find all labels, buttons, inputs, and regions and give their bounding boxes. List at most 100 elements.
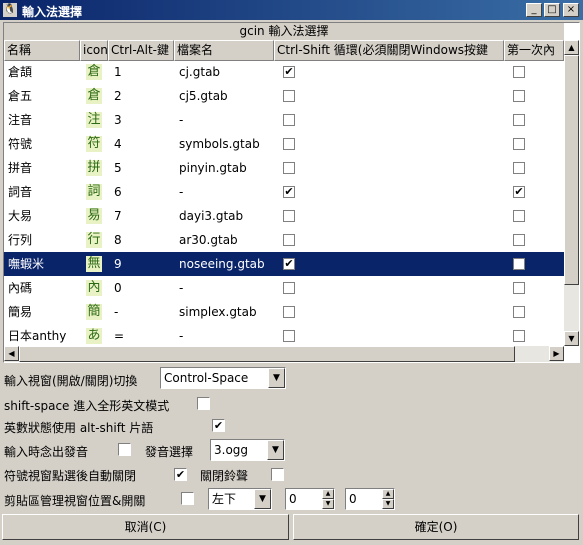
row-file: - — [179, 185, 184, 199]
spin-up-icon[interactable]: ▲ — [322, 489, 334, 499]
row-name: 倉五 — [8, 89, 33, 103]
symbol-close-label: 符號視窗點選後自動關閉 — [4, 469, 137, 483]
row-hotkey: 0 — [114, 281, 122, 295]
row-name: 內碼 — [8, 281, 33, 295]
first-checkbox[interactable] — [513, 210, 525, 222]
cycle-checkbox[interactable]: ✔ — [283, 186, 295, 198]
im-glyph-icon: 無 — [86, 256, 102, 272]
vertical-scrollbar[interactable]: ▲ ▼ — [564, 40, 579, 346]
first-checkbox[interactable] — [513, 330, 525, 342]
chevron-down-icon[interactable]: ▼ — [268, 368, 285, 388]
scroll-left-button[interactable]: ◀ — [4, 346, 19, 361]
chevron-down-icon[interactable]: ▼ — [267, 440, 284, 460]
first-checkbox[interactable]: ✔ — [513, 186, 525, 198]
table-row[interactable]: 符號 符 4 symbols.gtab — [4, 132, 564, 156]
spin-down-icon[interactable]: ▼ — [382, 499, 394, 509]
horizontal-scroll-thumb[interactable] — [19, 346, 515, 362]
column-header-name[interactable]: 名稱 — [4, 40, 80, 61]
cycle-checkbox[interactable] — [283, 306, 295, 318]
vertical-scroll-thumb[interactable] — [564, 55, 579, 285]
chevron-down-icon[interactable]: ▼ — [254, 489, 271, 509]
table-row[interactable]: 倉頡 倉 1 cj.gtab ✔ — [4, 61, 564, 84]
sound-select[interactable]: 3.ogg ▼ — [210, 439, 285, 461]
column-header-cycle[interactable]: Ctrl-Shift 循環(必須關閉Windows按鍵 — [274, 40, 504, 61]
toggle-key-select[interactable]: Control-Space ▼ — [160, 367, 286, 389]
table-row[interactable]: 倉五 倉 2 cj5.gtab — [4, 84, 564, 108]
row-name: 符號 — [8, 137, 33, 151]
im-glyph-icon: 行 — [86, 232, 102, 248]
table-row[interactable]: 注音 注 3 - — [4, 108, 564, 132]
im-table-body: 倉頡倉 1 cj.gtab ✔ 倉五倉 2 cj5.gtab 注音注 3- 符號符 4 symbols… — [4, 61, 564, 346]
spin-down-icon[interactable]: ▼ — [322, 499, 334, 509]
column-header-first[interactable]: 第一次內 — [504, 40, 564, 61]
scroll-right-button[interactable]: ▶ — [549, 346, 564, 361]
first-checkbox[interactable] — [513, 306, 525, 318]
first-checkbox[interactable] — [513, 282, 525, 294]
row-hotkey: 3 — [114, 113, 122, 127]
scroll-down-button[interactable]: ▼ — [564, 331, 579, 346]
sound-label: 輸入時念出發音 — [4, 445, 89, 459]
symbol-close-checkbox[interactable]: ✔ — [174, 468, 187, 481]
cycle-checkbox[interactable] — [283, 282, 295, 294]
clipboard-position-select[interactable]: 左下 ▼ — [208, 488, 272, 510]
im-glyph-icon: 簡 — [86, 304, 102, 320]
first-checkbox[interactable] — [513, 90, 525, 102]
table-row[interactable]: 拼音 拼 5 pinyin.gtab — [4, 156, 564, 180]
first-checkbox[interactable] — [513, 234, 525, 246]
row-name: 詞音 — [8, 185, 33, 199]
toggle-label: 輸入視窗(開啟/關閉)切換 — [4, 374, 138, 388]
im-icon: 詞 — [86, 180, 106, 204]
table-row[interactable]: 內碼 內 0 - — [4, 276, 564, 300]
cycle-checkbox[interactable] — [283, 210, 295, 222]
table-row[interactable]: 簡易 簡 - simplex.gtab — [4, 300, 564, 324]
sound-select-label: 發音選擇 — [145, 445, 194, 459]
bell-checkbox[interactable] — [271, 468, 284, 481]
table-row[interactable]: 日本anthy あ = - — [4, 324, 564, 346]
row-file: ar30.gtab — [179, 233, 238, 247]
im-icon: 無 — [86, 252, 106, 276]
table-row[interactable]: 詞音 詞 6 - ✔ ✔ — [4, 180, 564, 204]
cycle-checkbox[interactable]: ✔ — [283, 258, 295, 270]
clipboard-y-spinner[interactable]: 0 ▲ ▼ — [345, 488, 395, 510]
first-checkbox[interactable] — [513, 138, 525, 150]
first-checkbox[interactable] — [513, 66, 525, 78]
scroll-up-button[interactable]: ▲ — [564, 40, 579, 55]
close-button[interactable]: × — [563, 3, 579, 17]
column-header-hotkey[interactable]: Ctrl-Alt-鍵 — [108, 40, 174, 61]
im-glyph-icon: 內 — [86, 280, 102, 296]
first-checkbox[interactable] — [513, 258, 525, 270]
shift-space-checkbox[interactable] — [197, 397, 210, 410]
clipboard-checkbox[interactable] — [181, 492, 194, 505]
clipboard-x-value: 0 — [289, 492, 297, 506]
clipboard-y-value: 0 — [349, 492, 357, 506]
row-file: symbols.gtab — [179, 137, 260, 151]
horizontal-scrollbar[interactable]: ◀ ▶ — [4, 346, 564, 362]
cycle-checkbox[interactable] — [283, 90, 295, 102]
first-checkbox[interactable] — [513, 114, 525, 126]
cycle-checkbox[interactable] — [283, 234, 295, 246]
first-checkbox[interactable] — [513, 162, 525, 174]
clipboard-x-spinner[interactable]: 0 ▲ ▼ — [285, 488, 335, 510]
row-hotkey: 7 — [114, 209, 122, 223]
cycle-checkbox[interactable] — [283, 162, 295, 174]
im-icon: 拼 — [86, 156, 106, 180]
table-row[interactable]: 行列 行 8 ar30.gtab — [4, 228, 564, 252]
row-file: pinyin.gtab — [179, 161, 247, 175]
spin-up-icon[interactable]: ▲ — [382, 489, 394, 499]
column-header-icon[interactable]: icon — [80, 40, 108, 61]
im-icon: あ — [86, 324, 106, 346]
cycle-checkbox[interactable] — [283, 138, 295, 150]
cycle-checkbox[interactable]: ✔ — [283, 66, 295, 78]
cycle-checkbox[interactable] — [283, 114, 295, 126]
alnum-checkbox[interactable]: ✔ — [212, 419, 225, 432]
column-header-file[interactable]: 檔案名 — [174, 40, 274, 61]
cancel-button[interactable]: 取消(C) — [2, 514, 289, 540]
sound-checkbox[interactable] — [118, 443, 131, 456]
maximize-button[interactable]: □ — [544, 3, 560, 17]
im-glyph-icon: 倉 — [86, 64, 102, 80]
cycle-checkbox[interactable] — [283, 330, 295, 342]
table-row[interactable]: 大易 易 7 dayi3.gtab — [4, 204, 564, 228]
table-row[interactable]: 嘸蝦米 無 9 noseeing.gtab ✔ — [4, 252, 564, 276]
ok-button[interactable]: 確定(O) — [293, 514, 579, 540]
minimize-button[interactable]: _ — [526, 3, 542, 17]
